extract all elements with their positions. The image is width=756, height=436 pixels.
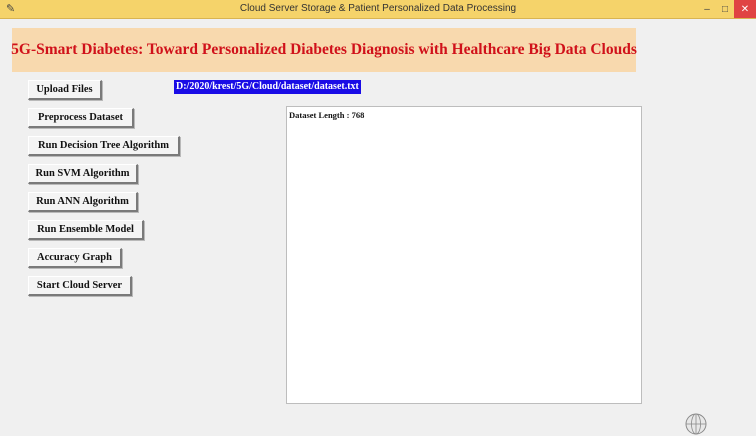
window-controls: – □ ✕ bbox=[698, 0, 756, 18]
title-bar: ✎ Cloud Server Storage & Patient Persona… bbox=[0, 0, 756, 19]
close-button[interactable]: ✕ bbox=[734, 0, 756, 18]
minimize-button[interactable]: – bbox=[698, 0, 716, 18]
accuracy-graph-button[interactable]: Accuracy Graph bbox=[28, 248, 122, 268]
output-text: Dataset Length : 768 bbox=[289, 110, 365, 120]
maximize-button[interactable]: □ bbox=[716, 0, 734, 18]
upload-files-button[interactable]: Upload Files bbox=[28, 80, 102, 100]
run-svm-button[interactable]: Run SVM Algorithm bbox=[28, 164, 138, 184]
page-title: 5G-Smart Diabetes: Toward Personalized D… bbox=[11, 41, 637, 58]
run-decision-tree-button[interactable]: Run Decision Tree Algorithm bbox=[28, 136, 180, 156]
file-path-label: D:/2020/krest/5G/Cloud/dataset/dataset.t… bbox=[174, 80, 361, 94]
window-title: Cloud Server Storage & Patient Personali… bbox=[239, 3, 517, 14]
header-banner: 5G-Smart Diabetes: Toward Personalized D… bbox=[11, 28, 637, 72]
run-ensemble-button[interactable]: Run Ensemble Model bbox=[28, 220, 144, 240]
preprocess-dataset-button[interactable]: Preprocess Dataset bbox=[28, 108, 134, 128]
start-cloud-server-button[interactable]: Start Cloud Server bbox=[28, 276, 132, 296]
run-ann-button[interactable]: Run ANN Algorithm bbox=[28, 192, 138, 212]
globe-icon[interactable] bbox=[684, 412, 708, 436]
output-text-area[interactable]: Dataset Length : 768 bbox=[286, 106, 642, 404]
